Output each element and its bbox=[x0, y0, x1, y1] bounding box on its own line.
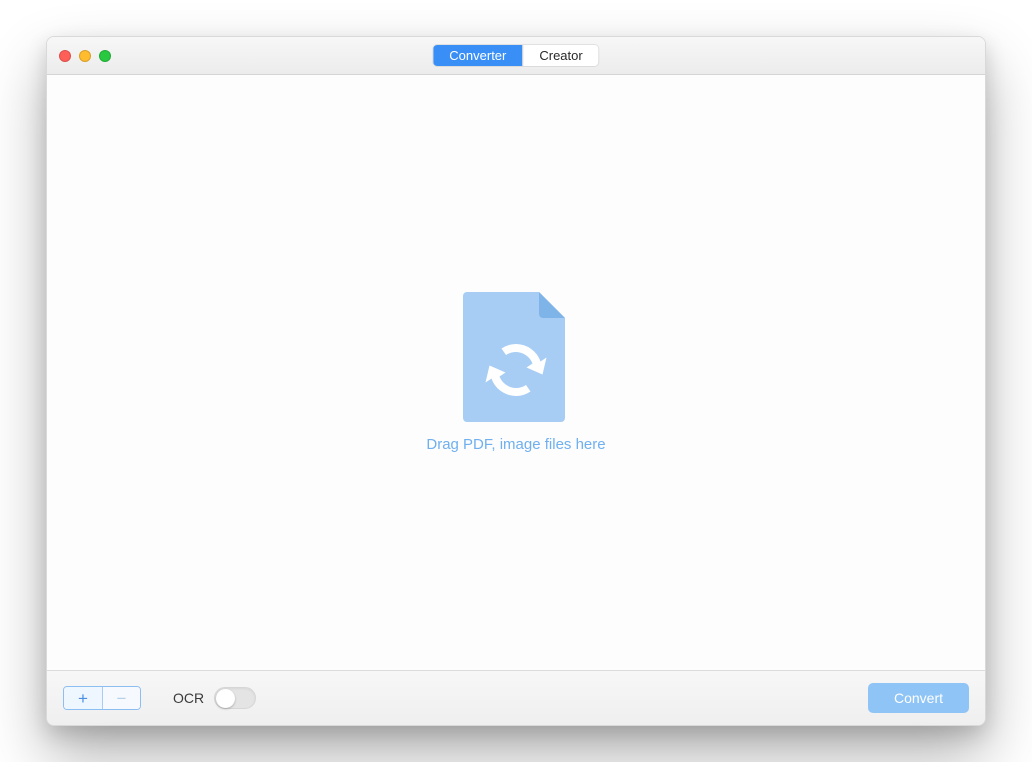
content-area: Drag PDF, image files here bbox=[47, 75, 985, 670]
convert-button[interactable]: Convert bbox=[868, 683, 969, 713]
tab-converter[interactable]: Converter bbox=[433, 45, 522, 66]
bottom-toolbar: + − OCR Convert bbox=[47, 670, 985, 725]
ocr-toggle[interactable] bbox=[214, 687, 256, 709]
ocr-group: OCR bbox=[173, 687, 256, 709]
window-controls bbox=[59, 50, 111, 62]
titlebar: Converter Creator bbox=[47, 37, 985, 75]
app-window: Converter Creator Drag PDF, imag bbox=[46, 36, 986, 726]
mode-segmented-control: Converter Creator bbox=[433, 45, 598, 66]
minimize-window-button[interactable] bbox=[79, 50, 91, 62]
file-drop-zone[interactable]: Drag PDF, image files here bbox=[426, 292, 605, 453]
close-window-button[interactable] bbox=[59, 50, 71, 62]
tab-creator[interactable]: Creator bbox=[522, 45, 598, 66]
add-file-button[interactable]: + bbox=[64, 687, 102, 709]
ocr-label: OCR bbox=[173, 690, 204, 706]
convert-file-icon bbox=[463, 292, 569, 422]
zoom-window-button[interactable] bbox=[99, 50, 111, 62]
toggle-knob-icon bbox=[216, 689, 235, 708]
drop-hint-text: Drag PDF, image files here bbox=[426, 436, 605, 453]
remove-file-button[interactable]: − bbox=[102, 687, 140, 709]
file-add-remove-stepper: + − bbox=[63, 686, 141, 710]
